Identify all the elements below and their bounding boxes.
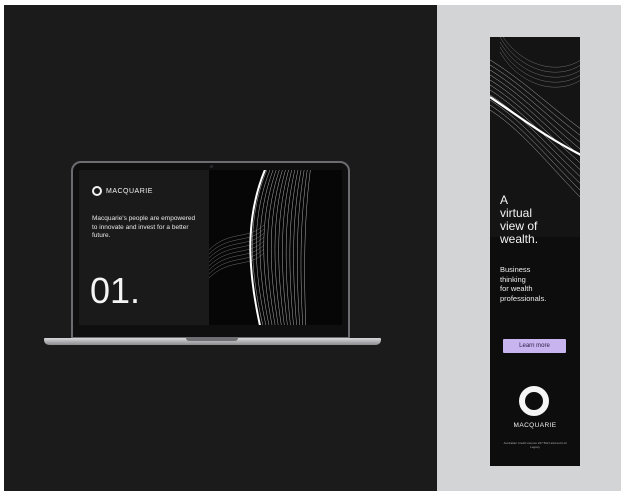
laptop-notch (186, 338, 238, 341)
screen-tagline: Macquarie's people are empowered to inno… (92, 215, 196, 239)
headline-line: wealth. (500, 232, 539, 246)
learn-more-button[interactable]: Learn more (503, 339, 566, 353)
screen-brand-text: MACQUARIE (106, 187, 153, 195)
wave-lines-art (209, 170, 311, 325)
subline-line: thinking (500, 274, 526, 284)
banner-subline: Business thinking for wealth professiona… (500, 265, 578, 303)
banner-fine-print: Australian Credit Licence 237 502 Hold a… (503, 441, 567, 449)
banner-brand-text: MACQUARIE (513, 422, 557, 429)
camera-dot (209, 165, 213, 168)
slide-number: 01. (90, 270, 141, 311)
screen-logo: MACQUARIE (92, 186, 153, 196)
subline-line: for wealth (500, 284, 533, 293)
subline-line: Business (500, 265, 531, 274)
screen-left-panel: MACQUARIE Macquarie's people are empower… (79, 170, 209, 325)
macquarie-logo-icon (519, 386, 549, 416)
subline-line: professionals. (500, 293, 547, 303)
screen-artwork (209, 170, 342, 325)
banner-headline: A virtual view of wealth. (500, 194, 576, 246)
mockup-canvas: MACQUARIE Macquarie's people are empower… (4, 5, 621, 491)
macquarie-logo-icon (92, 186, 102, 196)
laptop-screen: MACQUARIE Macquarie's people are empower… (79, 170, 342, 325)
skyscraper-banner-ad: A virtual view of wealth. Business think… (490, 37, 580, 466)
laptop-lid: MACQUARIE Macquarie's people are empower… (71, 161, 350, 339)
